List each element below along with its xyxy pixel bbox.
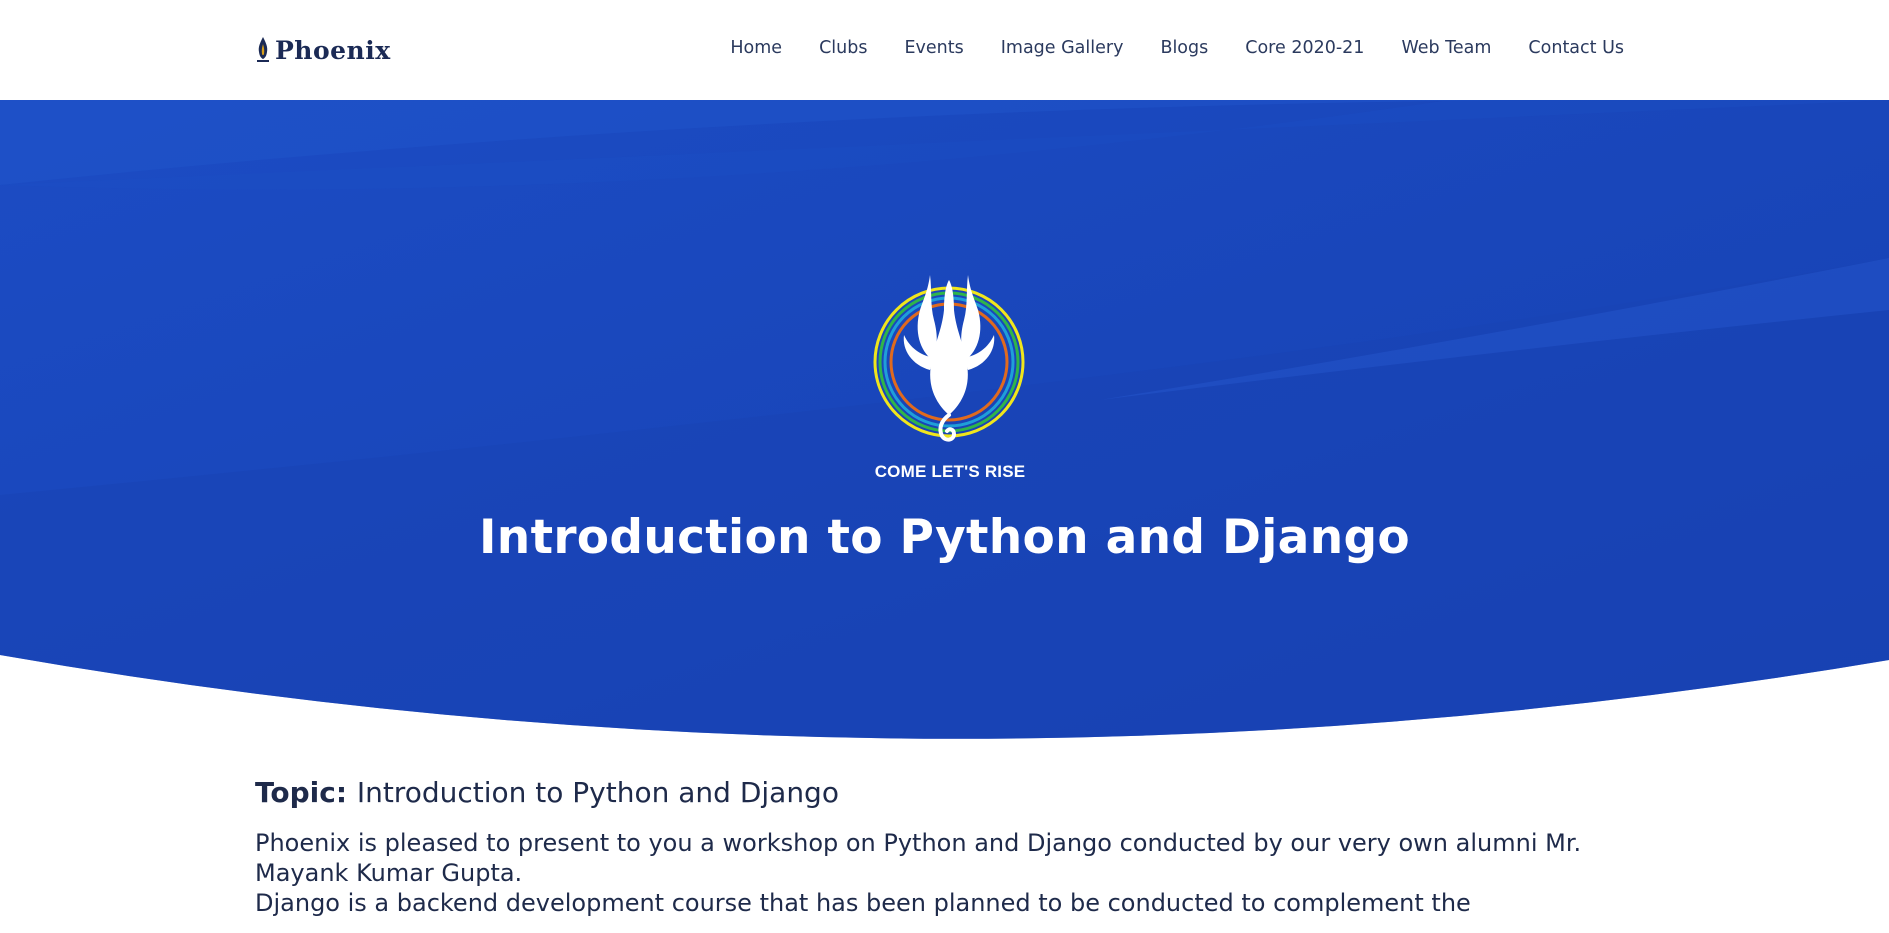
main-nav: Home Clubs Events Image Gallery Blogs Co… (730, 38, 1624, 58)
brand-name: Phoenix (275, 35, 391, 65)
hero-tagline: COME LET'S RISE (874, 462, 1026, 481)
nav-item-core[interactable]: Core 2020-21 (1245, 38, 1364, 58)
topic-value: Introduction to Python and Django (356, 776, 839, 809)
nav-item-clubs[interactable]: Clubs (819, 38, 867, 58)
nav-item-home[interactable]: Home (730, 38, 782, 58)
brand-logo-link[interactable]: Phoenix (255, 34, 391, 66)
description-paragraph: Phoenix is pleased to present to you a w… (255, 829, 1582, 887)
event-content: Topic: Introduction to Python and Django… (255, 772, 1655, 918)
page-title: Introduction to Python and Django (479, 510, 1410, 565)
topic-label: Topic: (255, 776, 348, 809)
nav-item-blogs[interactable]: Blogs (1160, 38, 1208, 58)
nav-item-contact-us[interactable]: Contact Us (1528, 38, 1624, 58)
description-paragraph: Django is a backend development course t… (255, 889, 1471, 917)
phoenix-flame-icon (257, 37, 269, 62)
phoenix-emblem-icon (873, 275, 1025, 442)
event-description: Phoenix is pleased to present to you a w… (255, 828, 1655, 918)
nav-item-image-gallery[interactable]: Image Gallery (1001, 38, 1124, 58)
topic-heading: Topic: Introduction to Python and Django (255, 772, 1655, 814)
nav-item-events[interactable]: Events (904, 38, 963, 58)
hero-banner: COME LET'S RISE Introduction to Python a… (0, 100, 1889, 760)
nav-item-web-team[interactable]: Web Team (1401, 38, 1491, 58)
navbar: Phoenix Home Clubs Events Image Gallery … (0, 0, 1889, 100)
